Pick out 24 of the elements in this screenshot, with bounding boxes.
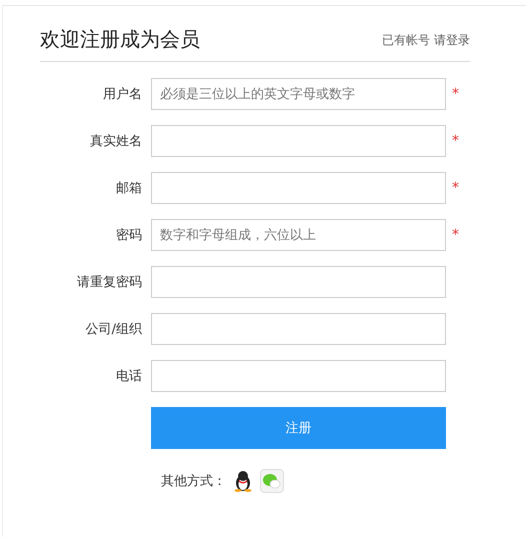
input-field[interactable] bbox=[151, 360, 446, 392]
required-mark: * bbox=[452, 227, 459, 243]
required-mark: * bbox=[452, 180, 459, 196]
field-label: 用户名 bbox=[102, 86, 143, 103]
field-label: 密码 bbox=[115, 227, 143, 244]
login-prompt: 已有帐号 bbox=[382, 32, 430, 49]
page-title: 欢迎注册成为会员 bbox=[40, 26, 200, 53]
input-field[interactable] bbox=[151, 172, 446, 204]
input-field[interactable]: 必须是三位以上的英文字母或数字 bbox=[151, 78, 446, 110]
field-label: 请重复密码 bbox=[76, 274, 143, 291]
field-label: 公司/组织 bbox=[84, 321, 143, 338]
other-methods-label: 其他方式： bbox=[161, 473, 226, 490]
field-label: 电话 bbox=[115, 368, 143, 385]
input-field[interactable] bbox=[151, 313, 446, 345]
required-mark: * bbox=[452, 86, 459, 102]
field-label: 邮箱 bbox=[115, 180, 143, 197]
input-field[interactable] bbox=[151, 266, 446, 298]
login-link[interactable]: 请登录 bbox=[434, 32, 470, 49]
field-label: 真实姓名 bbox=[89, 133, 143, 150]
required-mark: * bbox=[452, 133, 459, 149]
chat-bubbles-icon[interactable] bbox=[260, 469, 284, 493]
penguin-icon[interactable] bbox=[234, 470, 252, 492]
input-field[interactable]: 数字和字母组成，六位以上 bbox=[151, 219, 446, 251]
input-field[interactable] bbox=[151, 125, 446, 157]
